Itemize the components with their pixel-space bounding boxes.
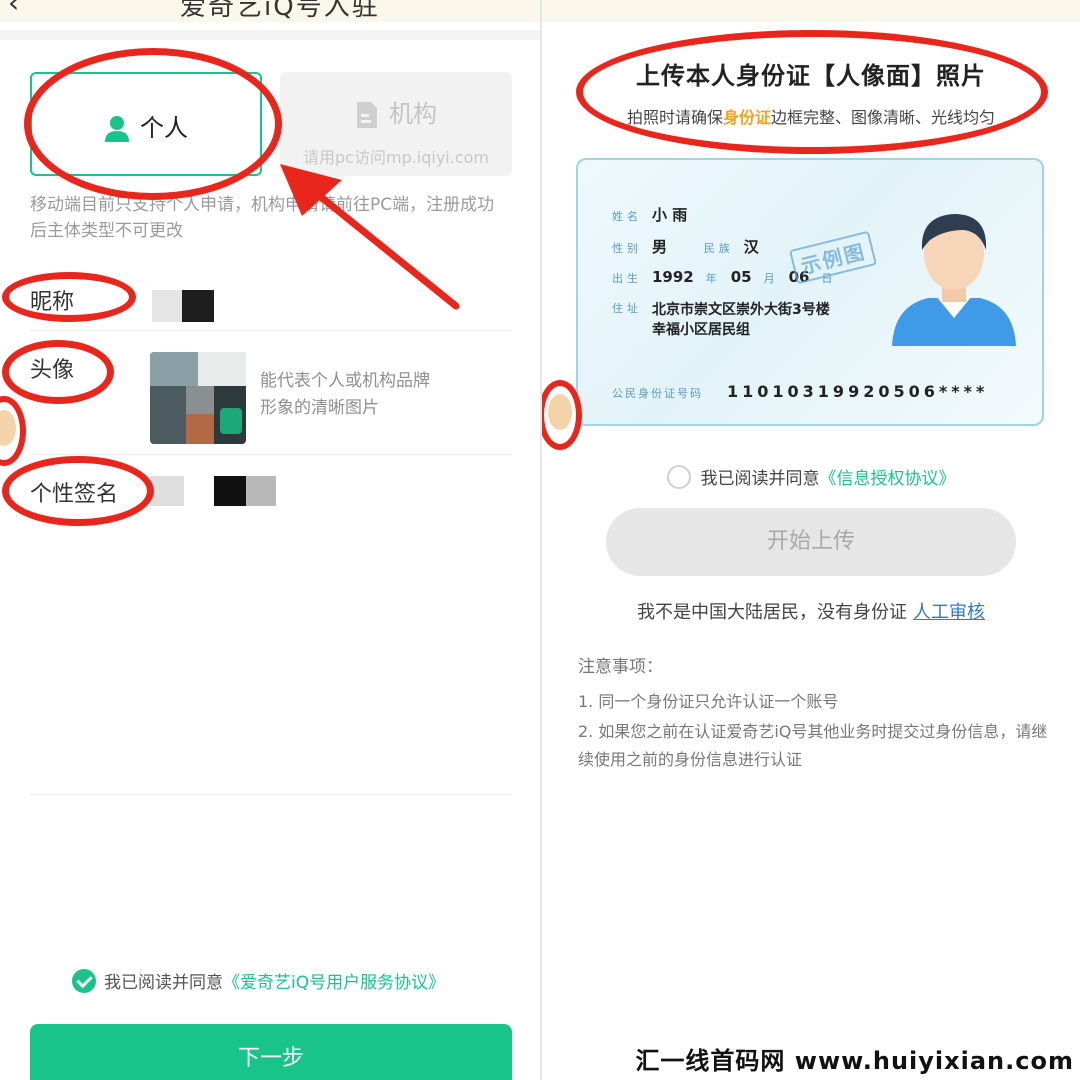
id-birth-year: 1992: [652, 268, 694, 286]
nickname-value[interactable]: [152, 290, 214, 322]
subtitle-highlight: 身份证: [722, 108, 771, 127]
id-birth-key: 出生: [612, 272, 642, 285]
id-name-key: 姓名: [612, 210, 642, 223]
page-title: 爱奇艺iQ号入驻: [180, 0, 380, 22]
info-authorization-link[interactable]: 《信息授权协议》: [820, 464, 956, 489]
divider: [30, 330, 512, 331]
chevron-left-icon[interactable]: ‹: [8, 0, 19, 19]
id-ethnicity-key: 民族: [703, 242, 734, 255]
annotation-circle: [576, 30, 1048, 154]
info-authorization-agreement[interactable]: 我已阅读并同意 《信息授权协议》: [542, 464, 1080, 489]
next-button[interactable]: 下一步: [30, 1024, 512, 1080]
avatar[interactable]: [150, 352, 246, 444]
divider: [0, 30, 540, 40]
watermark: 汇一线首码网 www.huiyixian.com: [635, 1047, 1074, 1075]
id-name-row: 姓名小 雨: [612, 204, 699, 225]
id-address-line: 北京市崇文区崇外大街3号楼: [652, 302, 830, 318]
subtitle-text: 拍照时请确保: [626, 108, 723, 127]
id-address-line: 幸福小区居民组: [652, 322, 750, 338]
nickname-label: 昵称: [30, 290, 75, 315]
non-resident-text: 我不是中国大陆居民，没有身份证: [637, 602, 907, 623]
divider: [30, 454, 512, 455]
account-type-personal[interactable]: 个人: [30, 72, 262, 176]
id-number-row: 公民身份证号码 11010319920506****: [612, 382, 988, 401]
id-card-sample[interactable]: 姓名小 雨 性别男 民族汉 出生 1992 年 05 月 06 日 住址 北京市崇文区崇外大街…: [576, 158, 1044, 426]
id-gender-key: 性别: [612, 242, 642, 255]
id-number: 11010319920506****: [727, 382, 989, 401]
agreement-prefix: 我已阅读并同意: [104, 973, 223, 993]
id-address-row: 住址 北京市崇文区崇外大街3号楼 幸福小区居民组: [612, 300, 830, 340]
user-icon: [105, 116, 129, 142]
service-agreement-link[interactable]: 《爱奇艺iQ号用户服务协议》: [223, 968, 445, 993]
notes-heading: 注意事项：: [578, 657, 663, 677]
start-upload-button[interactable]: 开始上传: [606, 508, 1016, 576]
avatar-hint-line: 能代表个人或机构品牌: [260, 371, 430, 391]
organization-label: 机构: [389, 100, 437, 128]
manual-review-link[interactable]: 人工审核: [913, 602, 985, 623]
note-item: 2. 如果您之前在认证爱奇艺iQ号其他业务时提交过身份信息，请继续使用之前的身份…: [578, 722, 1048, 769]
avatar-hint-line: 形象的清晰图片: [260, 398, 379, 418]
portrait-icon: [892, 214, 1016, 346]
right-screen: 上传本人身份证【人像面】照片 拍照时请确保身份证边框完整、图像清晰、光线均匀 姓…: [542, 0, 1080, 1080]
id-gender-row: 性别男 民族汉: [612, 236, 771, 257]
id-name: 小 雨: [652, 206, 688, 224]
id-month-unit: 月: [763, 272, 779, 285]
signature-label: 个性签名: [30, 482, 119, 507]
id-address: 北京市崇文区崇外大街3号楼 幸福小区居民组: [652, 300, 830, 340]
left-screen: ‹ 爱奇艺iQ号入驻 个人 机构 请用pc访问mp.iqiyi.com 移动端目…: [0, 0, 540, 1080]
id-birth-month: 05: [730, 268, 752, 286]
checkbox-unchecked-icon[interactable]: [666, 464, 691, 489]
annotation-arrow-icon: [280, 164, 460, 310]
header-bar: [542, 0, 1080, 22]
id-year-unit: 年: [705, 272, 721, 285]
id-gender: 男: [652, 238, 668, 256]
service-agreement[interactable]: 我已阅读并同意 《爱奇艺iQ号用户服务协议》: [72, 968, 445, 993]
header-bar: ‹ 爱奇艺iQ号入驻: [0, 0, 540, 22]
note-item: 1. 同一个身份证只允许认证一个账号: [578, 692, 839, 711]
upload-subtitle: 拍照时请确保身份证边框完整、图像清晰、光线均匀: [542, 104, 1080, 128]
agreement-prefix: 我已阅读并同意: [700, 469, 820, 489]
divider: [30, 794, 512, 795]
mascot-icon: [0, 396, 26, 466]
avatar-label: 头像: [30, 358, 75, 383]
non-resident-row: 我不是中国大陆居民，没有身份证 人工审核: [542, 598, 1080, 624]
upload-title: 上传本人身份证【人像面】照片: [636, 62, 986, 90]
personal-label: 个人: [140, 114, 188, 142]
id-address-key: 住址: [612, 302, 642, 315]
avatar-hint: 能代表个人或机构品牌 形象的清晰图片: [260, 368, 430, 422]
subtitle-text: 边框完整、图像清晰、光线均匀: [771, 108, 996, 127]
checkbox-checked-icon[interactable]: [72, 968, 96, 993]
id-ethnicity: 汉: [743, 238, 759, 256]
id-number-key: 公民身份证号码: [612, 387, 703, 400]
mascot-icon: [542, 380, 582, 450]
document-icon: [357, 102, 377, 128]
signature-value[interactable]: [150, 476, 276, 506]
